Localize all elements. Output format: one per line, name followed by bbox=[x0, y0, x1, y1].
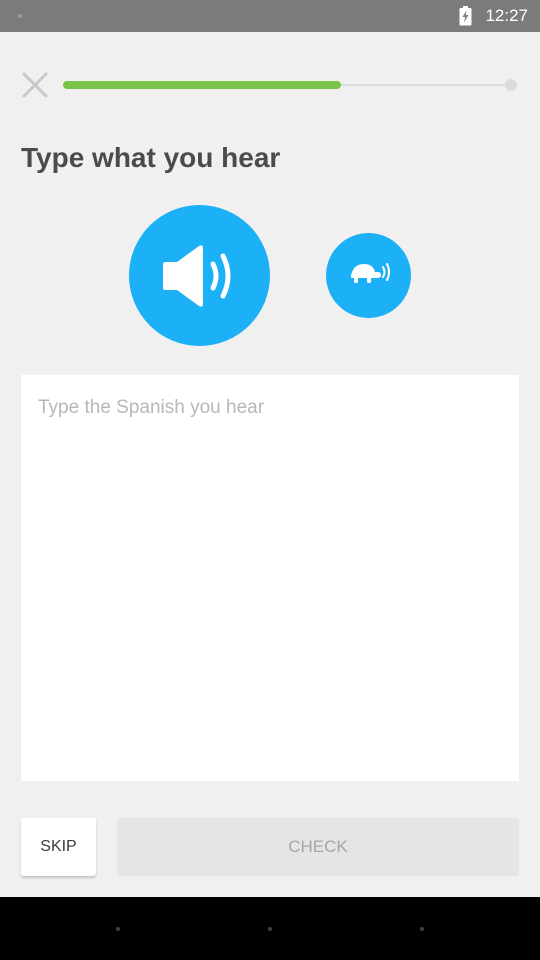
navigation-bar bbox=[0, 897, 540, 960]
speaker-icon bbox=[163, 245, 231, 307]
lesson-progress-bar bbox=[63, 81, 512, 89]
slow-audio-button[interactable] bbox=[326, 233, 411, 318]
prompt-title: Type what you hear bbox=[21, 142, 281, 173]
nav-recents-button[interactable] bbox=[420, 927, 424, 931]
battery-charging-icon bbox=[459, 6, 472, 26]
close-icon bbox=[22, 72, 48, 98]
answer-input[interactable] bbox=[21, 375, 519, 781]
lesson-progress-fill bbox=[63, 81, 342, 89]
turtle-icon bbox=[350, 263, 390, 283]
nav-back-button[interactable] bbox=[116, 927, 120, 931]
check-button[interactable]: CHECK bbox=[117, 818, 519, 876]
close-button[interactable] bbox=[21, 71, 49, 99]
notification-dot-icon bbox=[18, 14, 22, 18]
nav-home-button[interactable] bbox=[268, 927, 272, 931]
skip-button[interactable]: SKIP bbox=[21, 818, 96, 876]
play-audio-button[interactable] bbox=[129, 205, 270, 346]
status-bar: 12:27 bbox=[0, 0, 540, 32]
progress-end-marker bbox=[505, 79, 517, 91]
status-time: 12:27 bbox=[485, 6, 528, 25]
